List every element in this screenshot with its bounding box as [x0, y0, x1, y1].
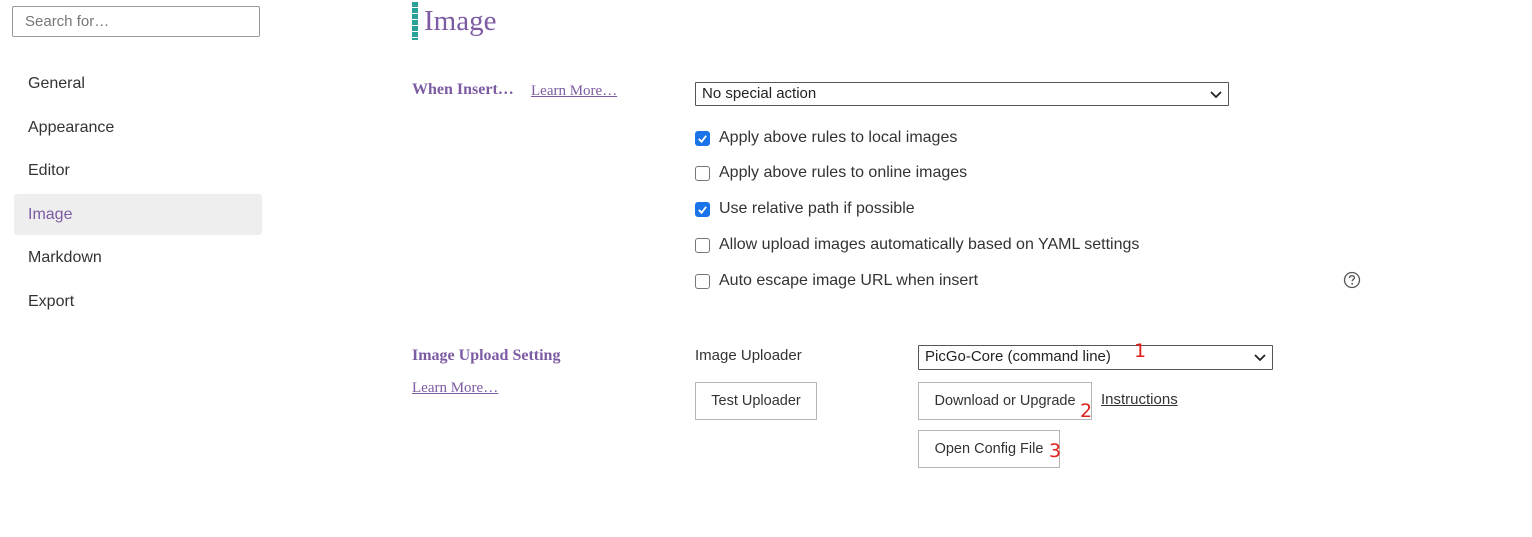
sidebar-item-markdown[interactable]: Markdown — [14, 237, 262, 278]
checkbox-auto-upload-yaml[interactable] — [695, 237, 710, 253]
sidebar-item-export[interactable]: Export — [14, 281, 262, 322]
download-upgrade-button[interactable]: Download or Upgrade — [918, 382, 1092, 420]
checkbox-online-images[interactable] — [695, 165, 710, 181]
checkbox-relative-path[interactable] — [695, 201, 710, 217]
instructions-link[interactable]: Instructions — [1101, 391, 1178, 408]
option-label: Apply above rules to local images — [719, 129, 958, 146]
checkbox-local-images[interactable] — [695, 130, 710, 146]
option-auto-upload-yaml: Allow upload images automatically based … — [695, 235, 1139, 255]
option-local-images: Apply above rules to local images — [695, 128, 957, 148]
image-upload-setting-label: Image Upload Setting — [412, 347, 561, 364]
sidebar-item-editor[interactable]: Editor — [14, 150, 262, 191]
annotation-3: 3 — [1049, 440, 1062, 462]
option-online-images: Apply above rules to online images — [695, 163, 967, 183]
chevron-down-icon — [1210, 91, 1222, 99]
image-uploader-value: PicGo-Core (command line) — [925, 348, 1111, 365]
test-uploader-button[interactable]: Test Uploader — [695, 382, 817, 420]
annotation-1: 1 — [1134, 340, 1147, 362]
annotation-2: 2 — [1080, 400, 1093, 422]
checkbox-auto-escape-url[interactable] — [695, 273, 710, 289]
page-title: Image — [424, 5, 497, 37]
option-auto-escape-url: Auto escape image URL when insert — [695, 271, 978, 291]
option-label: Allow upload images automatically based … — [719, 236, 1140, 253]
checkmark-icon — [698, 205, 707, 214]
chevron-down-icon — [1254, 354, 1266, 362]
when-insert-action-value: No special action — [702, 85, 817, 102]
when-insert-action-select[interactable]: No special action — [695, 82, 1229, 106]
search-input[interactable] — [12, 6, 260, 37]
upload-learn-more-link[interactable]: Learn More… — [412, 380, 498, 397]
sidebar-item-general[interactable]: General — [14, 63, 262, 104]
sidebar-item-image[interactable]: Image — [14, 193, 262, 235]
sidebar-nav: General Appearance Editor Image Markdown… — [14, 63, 262, 324]
checkmark-icon — [698, 134, 707, 143]
image-uploader-select[interactable]: PicGo-Core (command line) — [918, 345, 1273, 370]
title-accent-bar — [412, 2, 418, 40]
option-label: Use relative path if possible — [719, 200, 915, 217]
when-insert-learn-more-link[interactable]: Learn More… — [531, 83, 617, 100]
open-config-file-button[interactable]: Open Config File — [918, 430, 1060, 468]
question-circle-icon[interactable] — [1343, 271, 1361, 289]
image-uploader-label: Image Uploader — [695, 347, 802, 364]
option-relative-path: Use relative path if possible — [695, 199, 915, 219]
when-insert-label: When Insert… — [412, 81, 514, 98]
option-label: Apply above rules to online images — [719, 164, 968, 181]
sidebar-item-appearance[interactable]: Appearance — [14, 107, 262, 148]
preferences-window: General Appearance Editor Image Markdown… — [0, 0, 1532, 537]
option-label: Auto escape image URL when insert — [719, 272, 979, 289]
